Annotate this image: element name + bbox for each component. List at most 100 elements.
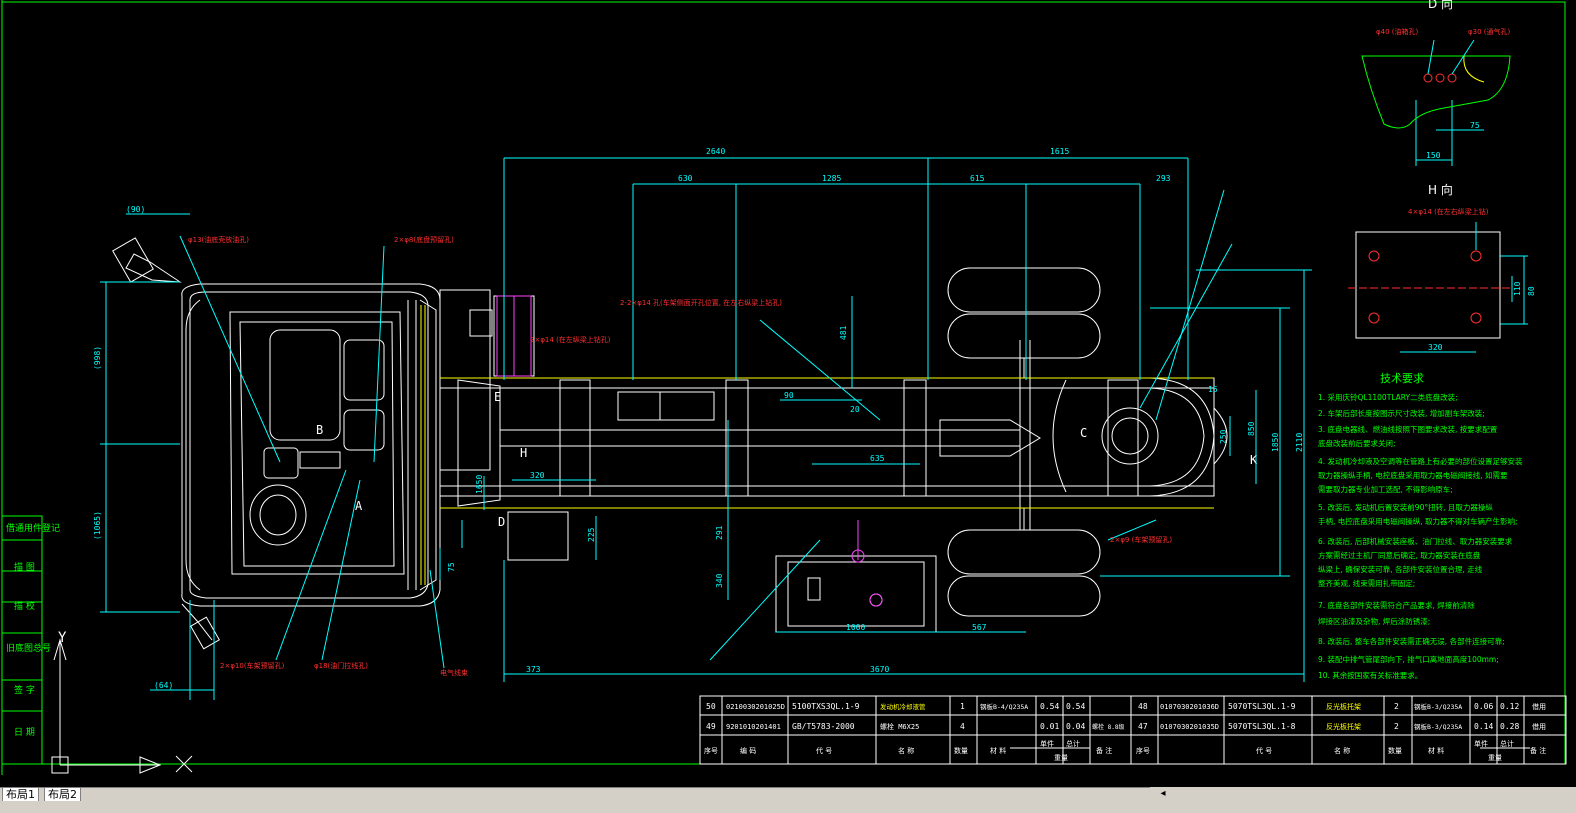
dim-20: 20 (850, 405, 860, 414)
header-right-note: 备 注 (1530, 746, 1546, 755)
label-d-view: D 向 (1428, 0, 1453, 11)
tab-layout1[interactable]: 布局1 (2, 788, 39, 802)
revision-block (1, 515, 43, 765)
tech-item-13: 整齐美观, 线束需用扎带固定; (1318, 578, 1415, 588)
part-row-47-no: 47 (1138, 722, 1148, 731)
part-row-50-qty: 1 (960, 702, 965, 711)
part-row-49-qty: 4 (960, 722, 965, 731)
header-left-note: 备 注 (1096, 746, 1112, 755)
part-row-47-unit: 0.14 (1474, 722, 1493, 731)
part-row-49-total: 0.04 (1066, 722, 1085, 731)
dim-481: 481 (839, 325, 848, 340)
tech-item-17: 9. 装配中排气管尾部向下, 排气口离地面高度100mm; (1318, 654, 1499, 664)
dim-1000: 1000 (846, 623, 865, 632)
tech-item-5: 4. 发动机冷却液及空调等在管路上有必要的部位设置足够安装 (1318, 456, 1523, 466)
header-left-code: 编 码 (740, 746, 756, 755)
part-row-48-drawing: 5070TSL3QL.1-9 (1228, 702, 1296, 711)
mark-d: D (498, 515, 505, 529)
dim-635: 635 (870, 454, 885, 463)
annotation-2xphi10: 2×φ10(车架预留孔) (220, 661, 285, 670)
dim-293: 293 (1156, 174, 1171, 183)
header-right-material: 材 料 (1428, 746, 1444, 755)
dim-320: 320 (530, 471, 545, 480)
annotation-phi13: φ13(油底壳放油孔) (188, 235, 249, 244)
tech-item-12: 纵梁上, 确保安装可靠, 各部件安装位置合理, 走线 (1318, 564, 1483, 574)
part-row-47-material: 钢板B-3/Q235A (1414, 722, 1462, 731)
header-left-no: 序号 (704, 746, 718, 755)
header-right-no: 序号 (1136, 746, 1150, 755)
part-row-49-note: 螺栓 8.8级 (1092, 723, 1124, 731)
tech-item-6: 取力器操纵手柄, 电控底盘采用取力器电磁阀接线, 如需要 (1318, 470, 1508, 480)
annotation-elec: 电气线束 (440, 668, 468, 677)
dim-630: 630 (678, 174, 693, 183)
part-row-48-name: 反光板托架 (1326, 702, 1361, 711)
cad-drawing-canvas[interactable]: 借通用件登记 描 图 描 校 旧底图总号 签 字 日 期 Y B A E H C… (0, 0, 1576, 787)
ucs-y-label: Y (58, 630, 67, 646)
part-row-48-unit: 0.06 (1474, 702, 1493, 711)
part-row-50-material: 钢板B-4/Q235A (980, 702, 1028, 711)
annotation-2xphi9: 2×φ9 (车架预留孔) (1110, 535, 1172, 544)
dim-110: 110 (1513, 281, 1522, 296)
horizontal-scrollbar[interactable]: ◂ (1150, 787, 1576, 801)
dimension-lines (100, 100, 1528, 700)
dim-850: 850 (1247, 421, 1256, 436)
annotation-2xphi14-mid: 2×φ14 (在左纵梁上钻孔) (530, 335, 611, 344)
tech-item-7: 需要取力器专业加工选配, 不得影响原车; (1318, 484, 1453, 494)
detail-h-view (1348, 222, 1510, 339)
tech-item-10: 6. 改装后, 后部机械安装座板、油门拉线、取力器安装要求 (1318, 536, 1513, 546)
annotation-phi18: φ18(油门拉线孔) (314, 661, 368, 670)
tech-item-16: 8. 改装后, 整车各部件安装需正确无误, 各部件连接可靠; (1318, 636, 1505, 646)
dim-150: 150 (1426, 151, 1441, 160)
dim-291: 291 (715, 525, 724, 540)
header-right-drawing: 代 号 (1256, 746, 1272, 755)
mark-e: E (494, 390, 501, 404)
revision-item-5: 签 字 (14, 684, 35, 696)
header-right-total: 总计 (1500, 739, 1514, 748)
dim-998: (998) (93, 346, 102, 370)
mark-c: C (1080, 426, 1087, 440)
tab-layout2[interactable]: 布局2 (44, 788, 81, 802)
part-row-49-drawing: GB/T5783-2000 (792, 722, 855, 731)
part-row-47-code: 0107030201035D (1160, 723, 1219, 731)
dim-64: (64) (154, 681, 173, 690)
revision-item-2: 描 图 (14, 561, 35, 573)
header-right-name: 名 称 (1334, 746, 1350, 755)
header-left-qty: 数量 (954, 746, 968, 755)
mark-k: K (1250, 453, 1258, 467)
header-left-unit: 单件 (1040, 739, 1054, 748)
engine-block (439, 289, 535, 507)
header-right-qty: 数量 (1388, 746, 1402, 755)
part-row-48-total: 0.12 (1500, 702, 1519, 711)
header-left-name: 名 称 (898, 746, 914, 755)
revision-item-6: 日 期 (14, 727, 35, 738)
mark-h: H (520, 446, 527, 460)
tech-item-8: 5. 改装后, 发动机后置安装前90°扭转, 且取力器操纵 (1318, 502, 1493, 512)
part-row-47-name: 反光板托架 (1326, 722, 1361, 731)
header-left-drawing: 代 号 (816, 746, 832, 755)
part-row-49-name: 螺栓 M6X25 (880, 722, 919, 731)
part-row-50-code: 0210030201025D (726, 703, 785, 711)
dim-1285: 1285 (822, 174, 841, 183)
tech-item-4: 底盘改装前后要求关闭; (1318, 438, 1396, 448)
dim-75: 75 (447, 562, 456, 572)
dim-1065: (1065) (93, 511, 102, 540)
revision-item-3: 描 校 (14, 600, 35, 612)
dim-1850: 1850 (1271, 433, 1280, 452)
tech-item-14: 7. 底盘各部件安装需符合产品要求, 焊接前清除 (1318, 600, 1475, 610)
part-row-47-note: 借用 (1532, 722, 1546, 731)
label-h-view: H 向 (1428, 182, 1453, 197)
header-right-weight: 重量 (1488, 754, 1502, 762)
part-row-50-drawing: 5100TXS3QL.1-9 (792, 702, 860, 711)
chassis-frame (439, 340, 1228, 530)
part-row-48-code: 0107030201036D (1160, 703, 1219, 711)
dim-250: 250 (1219, 429, 1228, 444)
tech-item-1: 1. 采用庆铃QL1100TLARY二类底盘改装; (1318, 392, 1458, 402)
rear-wheels (947, 267, 1101, 617)
mark-b: B (316, 423, 323, 437)
part-row-47-total: 0.28 (1500, 722, 1519, 731)
part-row-47-drawing: 5070TSL3QL.1-8 (1228, 722, 1296, 731)
part-row-48-qty: 2 (1394, 702, 1399, 711)
annotation-phi30: φ30 (通气孔) (1468, 27, 1510, 36)
dim-225: 225 (587, 527, 596, 542)
scroll-left-icon[interactable]: ◂ (1156, 788, 1170, 800)
